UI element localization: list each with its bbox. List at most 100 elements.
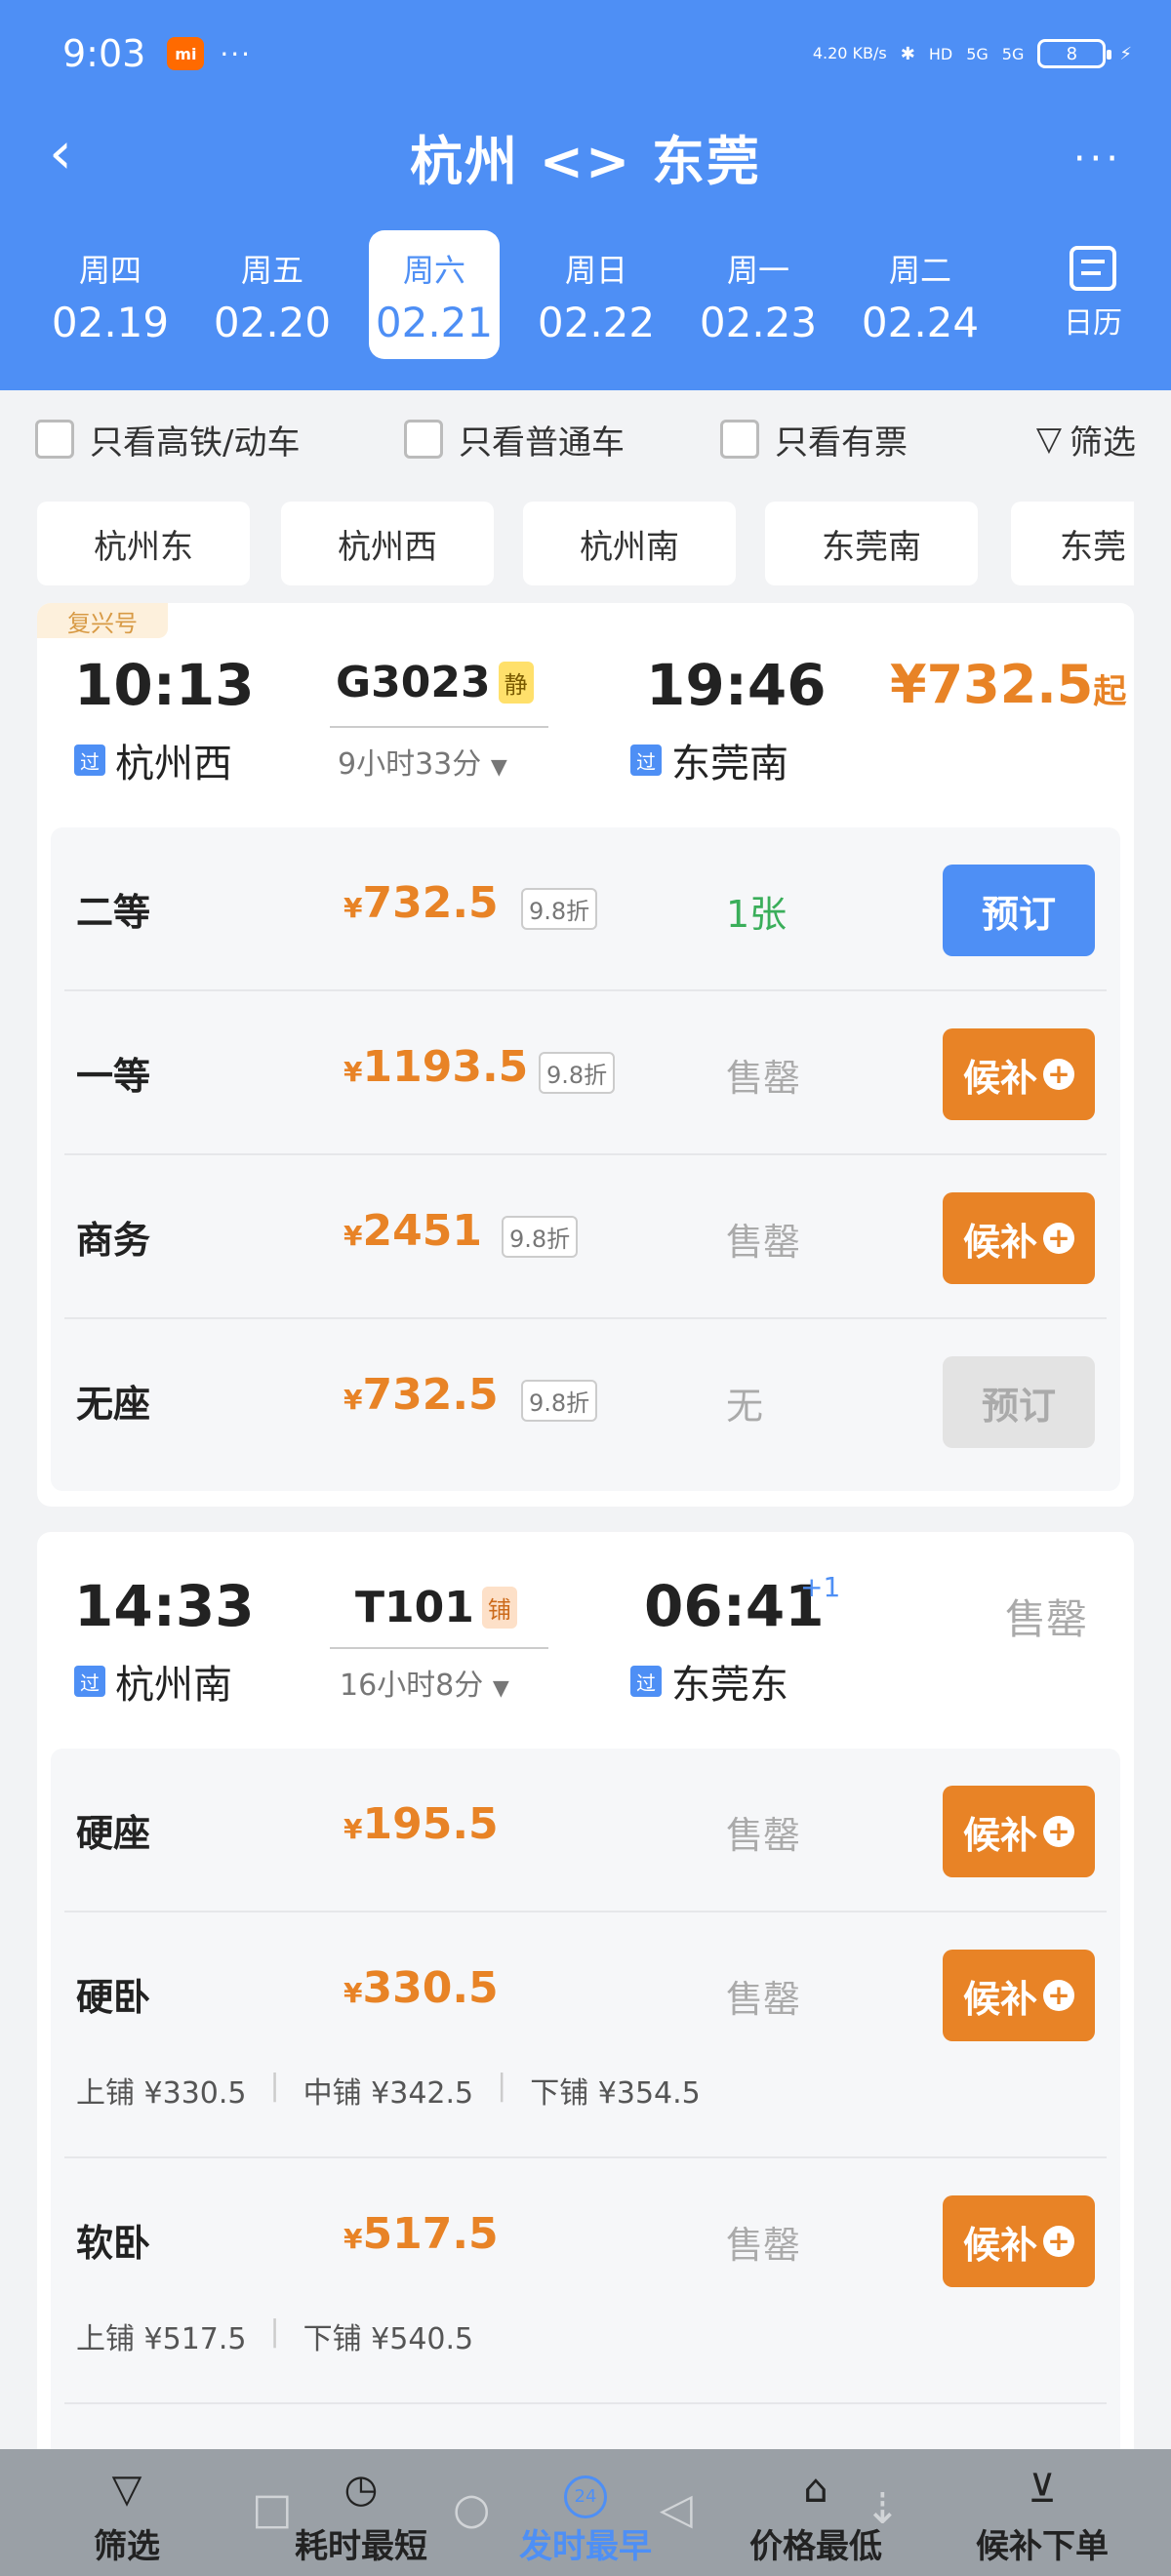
train-status: 售罄: [1005, 1595, 1088, 1643]
weekday-label: 周二: [888, 252, 951, 289]
seat-price-value: 195.5: [362, 1799, 499, 1849]
yuan-symbol: ¥: [343, 1977, 363, 2009]
hd-icon: HD: [928, 44, 953, 63]
status-indicators: 4.20 KB/s ✱ HD 5G 5G 8 ⚡: [813, 39, 1132, 68]
waitlist-label: 候补: [962, 1220, 1037, 1264]
sort-cheapest-button[interactable]: ⌂ 价格最低: [728, 2449, 904, 2576]
seat-class: 硬卧: [76, 1976, 151, 2019]
arrival-station-name: 东莞南: [671, 742, 788, 786]
chevron-down-icon[interactable]: ▼: [493, 1676, 509, 1701]
waitlist-label: 候补: [962, 1977, 1037, 2021]
discount-badge: 9.8折: [539, 1052, 616, 1094]
berth-prices: 上铺 ¥330.5 | 中铺 ¥342.5 | 下铺 ¥354.5: [76, 2069, 701, 2112]
quiet-car-badge: 静: [498, 662, 534, 704]
seat-price: ¥517.5: [343, 2209, 499, 2259]
book-button-disabled[interactable]: 预订: [943, 1356, 1095, 1448]
waitlist-button[interactable]: 候补 +: [943, 1192, 1095, 1284]
header: 9:03 mi ··· 4.20 KB/s ✱ HD 5G 5G 8 ⚡ ‹ 杭…: [0, 0, 1171, 390]
weekday-label: 周五: [240, 252, 303, 289]
waitlist-label: 候补: [962, 1056, 1037, 1100]
chevron-down-icon[interactable]: ▼: [491, 755, 507, 780]
calendar-button[interactable]: 日历: [1054, 246, 1132, 342]
berth-upper: 上铺 ¥517.5: [76, 2322, 247, 2356]
seat-price-value: 2451: [362, 1206, 482, 1256]
departure-station: 过 杭州西: [74, 732, 232, 788]
battery-level: 8: [1066, 43, 1078, 64]
sort-filter-button[interactable]: ▽ 筛选: [59, 2449, 195, 2576]
waitlist-order-label: 候补下单: [976, 2527, 1109, 2566]
more-icon[interactable]: ···: [1073, 137, 1122, 181]
station-chip[interactable]: 杭州西: [281, 502, 494, 585]
availability: 售罄: [726, 1221, 801, 1264]
network-speed: 4.20 KB/s: [812, 44, 887, 62]
station-chip[interactable]: 东莞: [1011, 502, 1134, 585]
train-card-t101[interactable]: 14:33 过 杭州南 T101 铺 16小时8分 ▼ 06:41 +1 过 东…: [37, 1532, 1134, 2510]
seat-class: 一等: [76, 1055, 151, 1098]
waitlist-button[interactable]: 候补 +: [943, 1786, 1095, 1877]
seat-price: ¥732.5: [343, 1370, 499, 1420]
departure-station-name: 杭州南: [115, 1663, 232, 1708]
gaotie-checkbox[interactable]: 只看高铁/动车: [35, 416, 404, 463]
seat-row-business: 商务 ¥2451 9.8折 售罄 候补 +: [51, 1155, 1120, 1319]
calendar-label: 日历: [1064, 306, 1122, 341]
date-label: 02.20: [213, 299, 332, 346]
waitlist-label: 候补: [962, 2223, 1037, 2267]
pass-through-icon: 过: [630, 1666, 662, 1697]
date-tab[interactable]: 周四 02.19: [45, 230, 176, 359]
pass-through-icon: 过: [74, 1666, 105, 1697]
seat-row-hard-sleeper: 硬卧 ¥330.5 售罄 候补 + 上铺 ¥330.5 | 中铺 ¥342.5 |…: [51, 1912, 1120, 2158]
putong-checkbox[interactable]: 只看普通车: [404, 416, 720, 463]
filter-label: 筛选: [1070, 423, 1136, 463]
price-from-suffix: 起: [1093, 672, 1127, 711]
station-chip[interactable]: 杭州东: [37, 502, 250, 585]
back-icon[interactable]: ‹: [49, 124, 72, 182]
sort-earliest-button[interactable]: 24 发时最早: [498, 2449, 673, 2576]
weekday-label: 周一: [726, 252, 789, 289]
signal-5g-icon-2: 5G: [1001, 44, 1025, 63]
waitlist-button[interactable]: 候补 +: [943, 2195, 1095, 2287]
seat-class: 商务: [76, 1219, 151, 1262]
filter-icon: ▽: [1035, 420, 1062, 459]
youpiao-checkbox[interactable]: 只看有票: [720, 416, 908, 463]
sort-shortest-button[interactable]: ◷ 耗时最短: [273, 2449, 449, 2576]
date-tab-selected[interactable]: 周六 02.21: [369, 230, 500, 359]
arrival-station-name: 东莞东: [671, 1663, 788, 1708]
availability: 1张: [726, 893, 787, 936]
book-button[interactable]: 预订: [943, 865, 1095, 956]
duration-text: 9小时33分: [338, 747, 482, 782]
filter-button[interactable]: ▽ 筛选: [1036, 416, 1136, 463]
train-card-g3023[interactable]: 复兴号 10:13 过 杭州西 G3023 静 9小时33分 ▼ 19:46 过…: [37, 603, 1134, 1507]
home-icon[interactable]: ○: [453, 2484, 490, 2534]
separator: |: [269, 2069, 280, 2103]
seat-row-hard-seat: 硬座 ¥195.5 售罄 候补 +: [51, 1749, 1120, 1912]
title-bar: ‹ 杭州 <> 东莞 ···: [0, 117, 1171, 195]
clock-icon: ◷: [343, 2467, 379, 2512]
seat-price: ¥195.5: [343, 1799, 499, 1849]
availability: 无: [726, 1385, 764, 1428]
seat-price-value: 330.5: [362, 1963, 499, 2013]
waitlist-button[interactable]: 候补 +: [943, 1028, 1095, 1120]
plus-icon: +: [1043, 1223, 1074, 1254]
plus-icon: +: [1043, 1816, 1074, 1847]
duration-line: [330, 1647, 548, 1649]
station-chip[interactable]: 东莞南: [765, 502, 978, 585]
seat-list: 硬座 ¥195.5 售罄 候补 + 硬卧 ¥330.5 售罄 候补 + 上铺 ¥33…: [51, 1749, 1120, 2510]
train-number-text: G3023: [336, 658, 491, 707]
departure-time: 10:13: [74, 652, 255, 718]
availability: 售罄: [726, 1057, 801, 1100]
date-tab[interactable]: 周一 02.23: [693, 230, 824, 359]
discount-badge: 9.8折: [502, 1216, 579, 1258]
waitlist-button[interactable]: 候补 +: [943, 1950, 1095, 2041]
divider: [64, 2402, 1107, 2404]
sort-cheapest-label: 价格最低: [749, 2527, 882, 2566]
date-tab[interactable]: 周五 02.20: [207, 230, 338, 359]
charging-icon: ⚡: [1119, 43, 1132, 64]
berth-lower: 下铺 ¥354.5: [530, 2076, 701, 2111]
availability: 售罄: [726, 1978, 801, 2021]
date-tab[interactable]: 周日 02.22: [531, 230, 662, 359]
arrival-time: 06:41: [644, 1573, 825, 1639]
fuxinghao-tag: 复兴号: [37, 603, 168, 638]
date-tab[interactable]: 周二 02.24: [855, 230, 986, 359]
station-chip[interactable]: 杭州南: [523, 502, 736, 585]
waitlist-order-button[interactable]: ⊻ 候补下单: [954, 2449, 1130, 2576]
